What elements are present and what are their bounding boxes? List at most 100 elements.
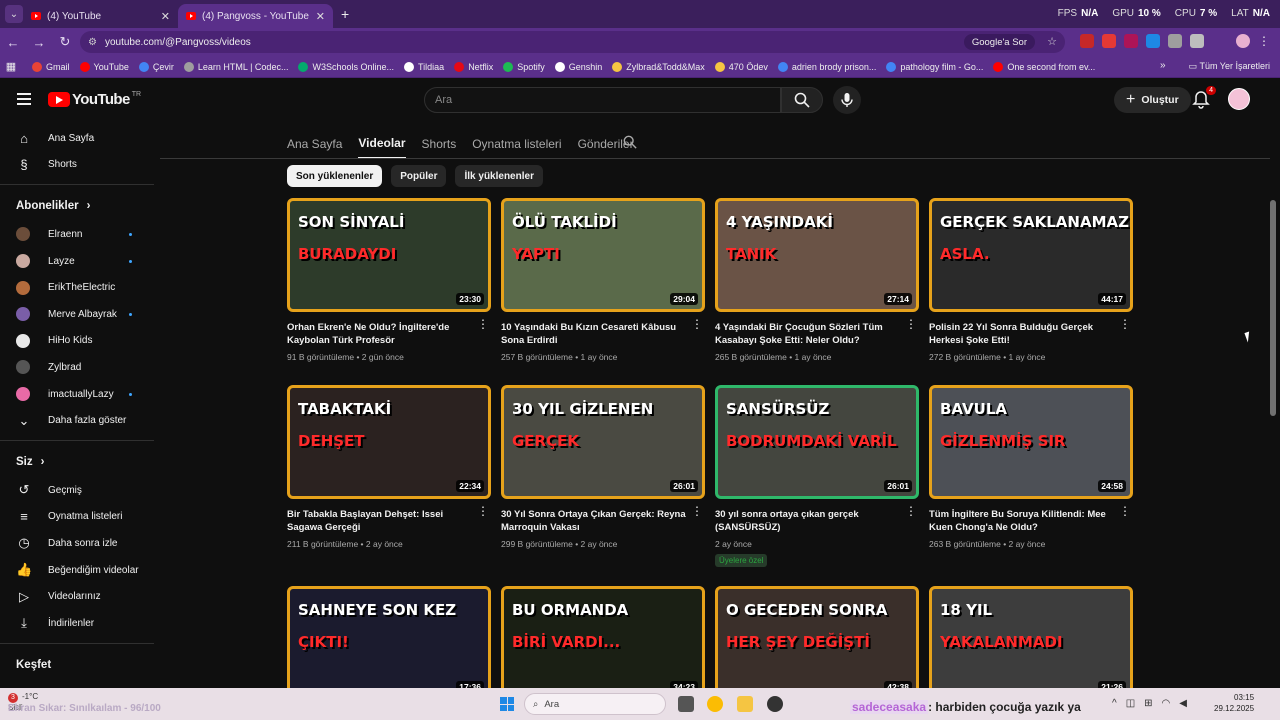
video-card[interactable]: BU ORMANDA BİRİ VARDI... 34:23 (501, 586, 705, 688)
more-actions-icon[interactable]: ⋮ (477, 318, 489, 330)
sidebar-item-your-videos[interactable]: ▷ Videolarınız (0, 583, 160, 610)
extension-icon[interactable] (1168, 34, 1182, 48)
bookmark-item[interactable]: Tildiaa (404, 61, 444, 72)
video-title[interactable]: 30 yıl sonra ortaya çıkan gerçek (SANSÜR… (715, 508, 919, 534)
subscription-item[interactable]: Elraenn (0, 221, 160, 248)
video-card[interactable]: O GECEDEN SONRA HER ŞEY DEĞİŞTİ 42:38 (715, 586, 919, 688)
sort-chip[interactable]: Son yüklenenler (287, 165, 383, 187)
video-thumbnail[interactable]: ÖLÜ TAKLİDİ YAPTI 29:04 (501, 198, 705, 312)
all-bookmarks-button[interactable]: ▭ Tüm Yer İşaretleri (1189, 61, 1270, 72)
video-card[interactable]: 30 YIL GİZLENEN GERÇEK 26:01 30 Yıl Sonra O… (501, 385, 705, 549)
bookmark-item[interactable]: 470 Ödev (714, 61, 768, 72)
more-bookmarks-button[interactable]: » (1160, 60, 1166, 71)
sidebar-item-home[interactable]: ⌂ Ana Sayfa (0, 125, 160, 152)
browser-tab[interactable]: (4) YouTube ✕ (23, 4, 178, 28)
video-thumbnail[interactable]: 30 YIL GİZLENEN GERÇEK 26:01 (501, 385, 705, 499)
more-actions-icon[interactable]: ⋮ (1119, 505, 1131, 517)
video-card[interactable]: TABAKTAKİ DEHŞET 22:34 Bir Tabakla Başlayan… (287, 385, 491, 549)
video-title[interactable]: Orhan Ekren'e Ne Oldu? İngiltere'de Kayb… (287, 321, 491, 347)
taskbar-search[interactable]: ⌕ Ara (524, 693, 666, 715)
video-card[interactable]: BAVULA GİZLENMİŞ SIR 24:58 Tüm İngiltere Bu… (929, 385, 1133, 549)
new-tab-button[interactable]: + (341, 6, 349, 22)
bookmark-item[interactable]: Learn HTML | Codec... (183, 61, 288, 72)
video-card[interactable]: ÖLÜ TAKLİDİ YAPTI 29:04 10 Yaşındaki Bu Kız… (501, 198, 705, 362)
sidebar-item-shorts[interactable]: § Shorts (0, 152, 160, 179)
sidebar-item-downloads[interactable]: ⤓ İndirilenler (0, 610, 160, 637)
subscription-item[interactable]: Layze (0, 248, 160, 275)
tray-expand-icon[interactable]: ^ (1112, 698, 1117, 709)
sidebar-item-playlists[interactable]: ≡ Oynatma listeleri (0, 504, 160, 531)
taskbar-clock[interactable]: 03:15 29.12.2025 (1214, 692, 1254, 714)
chrome-icon[interactable] (707, 696, 723, 712)
video-card[interactable]: 4 YAŞINDAKİ TANIK 27:14 4 Yaşındaki Bir Çoc… (715, 198, 919, 362)
menu-icon[interactable] (17, 93, 31, 105)
video-card[interactable]: SON SİNYALİ BURADAYDI 23:30 Orhan Ekren'e N… (287, 198, 491, 362)
video-title[interactable]: 10 Yaşındaki Bu Kızın Cesareti Kâbusu So… (501, 321, 705, 347)
file-explorer-icon[interactable] (737, 696, 753, 712)
subscription-item[interactable]: Zylbrad (0, 354, 160, 381)
sort-chip[interactable]: İlk yüklenenler (455, 165, 543, 187)
video-title[interactable]: Polisin 22 Yıl Sonra Bulduğu Gerçek Herk… (929, 321, 1133, 347)
video-title[interactable]: Bir Tabakla Başlayan Dehşet: Issei Sagaw… (287, 508, 491, 534)
page-scrollbar-thumb[interactable] (1270, 200, 1276, 416)
sidebar-item-watch-later[interactable]: ◷ Daha sonra izle (0, 530, 160, 557)
search-input[interactable]: Ara (424, 87, 781, 113)
bookmark-item[interactable]: pathology film - Go... (886, 61, 983, 72)
close-tab-icon[interactable]: ✕ (161, 10, 170, 23)
search-button[interactable] (781, 87, 823, 113)
subscriptions-heading[interactable]: Abonelikler › (0, 191, 160, 221)
browser-profile-avatar[interactable] (1236, 34, 1250, 48)
video-thumbnail[interactable]: GERÇEK SAKLANAMAZ.. ASLA. 44:17 (929, 198, 1133, 312)
video-thumbnail[interactable]: TABAKTAKİ DEHŞET 22:34 (287, 385, 491, 499)
video-thumbnail[interactable]: BAVULA GİZLENMİŞ SIR 24:58 (929, 385, 1133, 499)
tray-app-icon[interactable]: ⊞ (1144, 698, 1152, 709)
app-icon[interactable] (767, 696, 783, 712)
account-avatar[interactable] (1228, 88, 1250, 110)
video-card[interactable]: SANSÜRSÜZ BODRUMDAKİ VARİL 26:01 30 yıl son… (715, 385, 919, 568)
bookmark-star-icon[interactable]: ☆ (1047, 35, 1057, 48)
more-actions-icon[interactable]: ⋮ (905, 505, 917, 517)
google-ask-button[interactable]: Google'a Sor (963, 34, 1035, 50)
youtube-logo[interactable]: YouTube TR (48, 91, 141, 108)
back-icon[interactable]: ← (0, 35, 26, 50)
browser-tab-active[interactable]: (4) Pangvoss - YouTube ✕ (178, 4, 333, 28)
extension-icon[interactable] (1102, 34, 1116, 48)
video-thumbnail[interactable]: SANSÜRSÜZ BODRUMDAKİ VARİL 26:01 (715, 385, 919, 499)
channel-search-icon[interactable] (623, 135, 637, 154)
channel-tab[interactable]: Oynatma listeleri (472, 137, 561, 158)
task-view-icon[interactable] (678, 696, 694, 712)
apps-grid-icon[interactable]: ▦ (0, 60, 22, 73)
video-thumbnail[interactable]: O GECEDEN SONRA HER ŞEY DEĞİŞTİ 42:38 (715, 586, 919, 688)
site-info-icon[interactable]: ⚙ (88, 37, 97, 48)
extensions-puzzle-icon[interactable] (1190, 34, 1204, 48)
more-actions-icon[interactable]: ⋮ (1119, 318, 1131, 330)
windows-start-icon[interactable] (500, 697, 514, 711)
video-title[interactable]: 4 Yaşındaki Bir Çocuğun Sözleri Tüm Kasa… (715, 321, 919, 347)
video-thumbnail[interactable]: 4 YAŞINDAKİ TANIK 27:14 (715, 198, 919, 312)
channel-tab[interactable]: Shorts (422, 137, 457, 158)
video-card[interactable]: GERÇEK SAKLANAMAZ.. ASLA. 44:17 Polisin 22 … (929, 198, 1133, 362)
subscription-item[interactable]: Merve Albayrak (0, 301, 160, 328)
more-actions-icon[interactable]: ⋮ (477, 505, 489, 517)
bookmark-item[interactable]: Zylbrad&Todd&Max (612, 61, 705, 72)
bookmark-item[interactable]: Spotify (503, 61, 545, 72)
channel-tab[interactable]: Videolar (358, 136, 406, 159)
bookmark-item[interactable]: YouTube (79, 61, 129, 72)
extension-icon[interactable] (1080, 34, 1094, 48)
sort-chip[interactable]: Popüler (391, 165, 447, 187)
bookmark-item[interactable]: Gmail (32, 61, 70, 72)
video-thumbnail[interactable]: BU ORMANDA BİRİ VARDI... 34:23 (501, 586, 705, 688)
video-thumbnail[interactable]: SAHNEYE SON KEZ ÇIKTI! 17:36 (287, 586, 491, 688)
show-more-subscriptions[interactable]: ⌄ Daha fazla göster (0, 407, 160, 434)
tab-search-button[interactable]: ⌄ (5, 5, 23, 23)
video-title[interactable]: 30 Yıl Sonra Ortaya Çıkan Gerçek: Reyna … (501, 508, 705, 534)
bookmark-item[interactable]: Netflix (454, 61, 493, 72)
sidebar-item-history[interactable]: ↺ Geçmiş (0, 477, 160, 504)
notifications-button[interactable]: 4 (1192, 86, 1216, 110)
channel-tab[interactable]: Ana Sayfa (287, 137, 342, 158)
more-actions-icon[interactable]: ⋮ (905, 318, 917, 330)
more-actions-icon[interactable]: ⋮ (691, 505, 703, 517)
subscription-item[interactable]: imactuallyLazy (0, 381, 160, 408)
address-bar[interactable]: ⚙ youtube.com/@Pangvoss/videos Google'a … (80, 31, 1065, 53)
translate-extension-icon[interactable] (1146, 34, 1160, 48)
